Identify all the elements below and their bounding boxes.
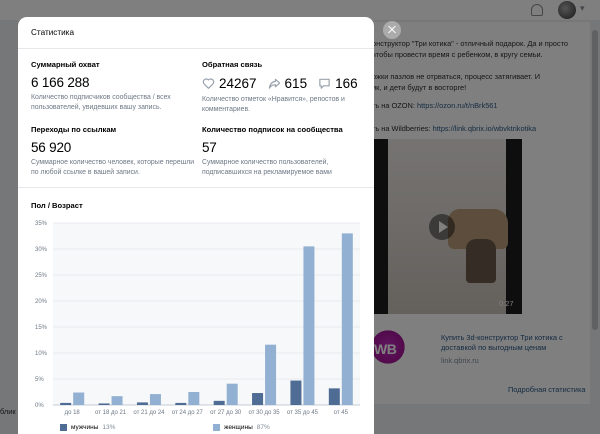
subscriptions-value: 57 — [202, 140, 217, 155]
bar-male — [136, 402, 148, 405]
reach-description: Количество подписчиков сообщества / всех… — [31, 94, 171, 111]
bar-male — [328, 388, 340, 405]
legend-item-male[interactable]: мужчины 13% — [60, 424, 115, 431]
bar-female — [111, 396, 123, 405]
clicks-label: Переходы по ссылкам — [31, 125, 117, 134]
y-tick-label: 15% — [35, 325, 48, 331]
comments-value: 166 — [335, 76, 358, 91]
clicks-value: 56 920 — [31, 140, 72, 155]
y-tick-label: 10% — [35, 351, 48, 357]
y-tick-label: 35% — [35, 221, 48, 227]
bar-female — [226, 383, 238, 405]
reach-label: Суммарный охват — [31, 60, 100, 69]
chart-title: Пол / Возраст — [31, 201, 83, 210]
bar-female — [303, 246, 315, 405]
x-tick-label: от 27 до 30 — [210, 410, 242, 416]
feedback-description: Количество отметок «Нравится», репостов … — [202, 96, 345, 113]
clicks-description: Суммарное количество человек, которые пе… — [31, 159, 195, 176]
reach-stat: Суммарный охват 6 166 288 Количество под… — [31, 60, 201, 113]
legend-item-female[interactable]: женщины 87% — [213, 424, 270, 431]
bar-female — [73, 392, 85, 405]
x-tick-label: от 21 до 24 — [133, 410, 165, 416]
comment-icon — [319, 78, 330, 89]
subscriptions-description: Суммарное количество пользователей, подп… — [202, 159, 332, 176]
reposts-counter: 615 — [268, 76, 308, 91]
feedback-stat: Обратная связь 24267 615 166 Количество … — [202, 60, 367, 115]
modal-title: Статистика — [31, 28, 75, 37]
gender-age-chart: 0% 5% 10% 15% 20% 25% 30% 35% до 18 от 18 до 21 от… — [35, 221, 360, 416]
likes-value: 24267 — [219, 76, 257, 91]
x-tick-label: от 24 до 27 — [172, 410, 204, 416]
heart-icon — [202, 78, 215, 89]
bar-female — [341, 233, 353, 405]
legend-pct-female: 87% — [256, 424, 270, 431]
x-tick-label: от 45 — [334, 410, 349, 416]
feedback-counters: 24267 615 166 — [202, 75, 367, 92]
bar-male — [98, 403, 110, 405]
legend-label-female: женщины — [224, 424, 253, 431]
bar-female — [149, 394, 161, 405]
reposts-value: 615 — [284, 76, 308, 91]
y-tick-label: 5% — [35, 377, 44, 383]
legend-swatch-male — [60, 424, 67, 431]
bar-male — [290, 380, 302, 405]
share-arrow-icon — [268, 78, 280, 89]
modal-header: Статистика — [18, 17, 374, 49]
comments-counter: 166 — [318, 76, 358, 91]
bar-female — [188, 392, 200, 405]
bar-male — [60, 402, 72, 405]
x-tick-label: до 18 — [65, 410, 81, 416]
bar-female — [265, 344, 277, 405]
bar-male — [175, 402, 187, 405]
subscriptions-stat: Количество подписок на сообщества 57 Сум… — [202, 125, 367, 178]
statistics-modal: Статистика Суммарный охват 6 166 288 Кол… — [18, 17, 374, 434]
x-tick-label: от 30 до 35 — [248, 410, 280, 416]
x-tick-label: от 35 до 45 — [287, 410, 319, 416]
x-tick-label: от 18 до 21 — [95, 410, 127, 416]
close-icon[interactable] — [383, 21, 401, 39]
divider — [18, 187, 374, 188]
y-tick-label: 25% — [35, 273, 48, 279]
legend-swatch-female — [213, 424, 220, 431]
y-tick-label: 30% — [35, 247, 48, 253]
likes-counter: 24267 — [202, 76, 257, 91]
bar-male — [252, 393, 264, 405]
y-tick-label: 0% — [35, 403, 44, 409]
clicks-stat: Переходы по ссылкам 56 920 Суммарное кол… — [31, 125, 201, 178]
legend-pct-male: 13% — [102, 424, 116, 431]
legend-label-male: мужчины — [71, 424, 99, 431]
y-tick-label: 20% — [35, 299, 48, 305]
subscriptions-label: Количество подписок на сообщества — [202, 125, 343, 134]
reach-value: 6 166 288 — [31, 75, 90, 90]
feedback-label: Обратная связь — [202, 60, 263, 69]
bar-male — [213, 400, 225, 405]
